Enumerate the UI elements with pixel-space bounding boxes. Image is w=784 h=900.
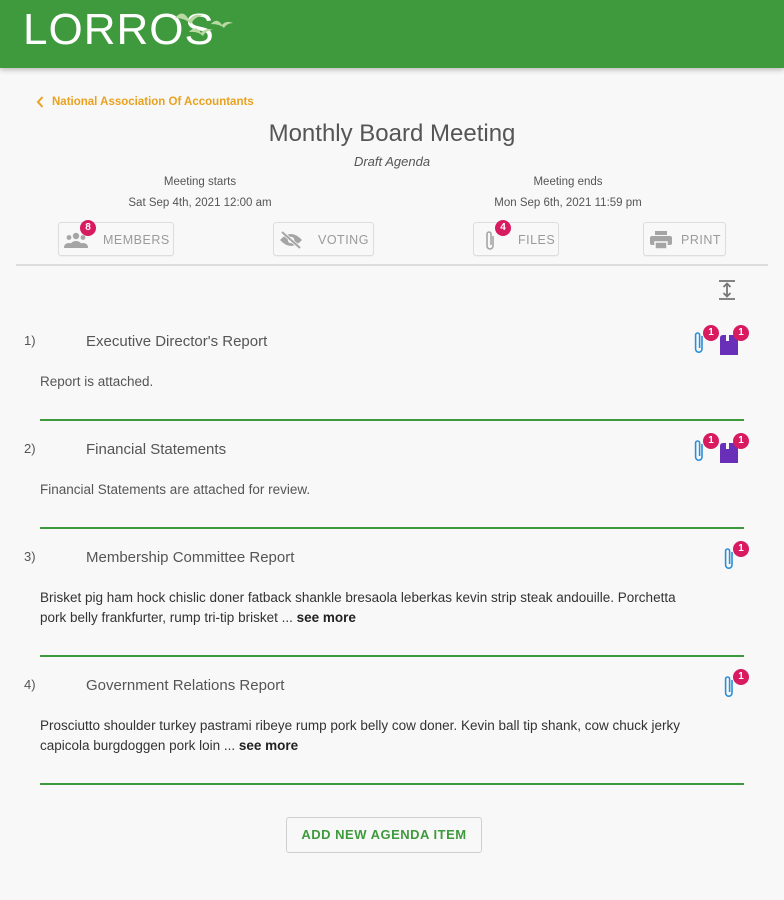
header-divider: [16, 264, 768, 266]
attachments-count-badge: 1: [733, 669, 749, 685]
agenda-item-title[interactable]: Government Relations Report: [86, 677, 284, 694]
back-link[interactable]: National Association Of Accountants: [36, 96, 254, 108]
eye-off-icon: [280, 231, 302, 249]
paperclip-icon: [486, 231, 494, 250]
files-button-label: FILES: [518, 233, 556, 247]
chevron-left-icon: [36, 96, 44, 108]
members-count-badge: 8: [80, 220, 96, 236]
agenda-item-divider: [40, 655, 744, 657]
agenda-item-divider: [40, 419, 744, 421]
description-line: Brisket pig ham hock chislic doner fatba…: [40, 590, 676, 605]
attachments-count-badge: 1: [733, 541, 749, 557]
files-count-badge: 4: [495, 220, 511, 236]
notes-count-badge: 1: [733, 325, 749, 341]
agenda-item-description: Financial Statements are attached for re…: [40, 482, 311, 497]
members-button[interactable]: 8 MEMBERS: [58, 220, 174, 256]
print-button[interactable]: PRINT: [643, 222, 726, 256]
app-bar: LORROS: [0, 0, 784, 68]
notes-count-badge: 1: [733, 433, 749, 449]
agenda-item-title[interactable]: Financial Statements: [86, 441, 226, 458]
voting-button[interactable]: VOTING: [273, 222, 374, 256]
agenda-item-divider: [40, 527, 744, 529]
expand-all-icon[interactable]: [716, 279, 738, 301]
files-button[interactable]: 4 FILES: [473, 220, 559, 256]
lorros-logo[interactable]: LORROS: [23, 4, 233, 56]
voting-button-label: VOTING: [318, 233, 369, 247]
attachments-count-badge: 1: [703, 325, 719, 341]
agenda-item-description: Prosciutto shoulder turkey pastrami ribe…: [40, 716, 740, 756]
attachments-count-badge: 1: [703, 433, 719, 449]
agenda-item-description: Brisket pig ham hock chislic doner fatba…: [40, 588, 740, 628]
agenda-item-number: 1): [24, 333, 36, 348]
agenda-item-title[interactable]: Executive Director's Report: [86, 333, 267, 350]
meeting-ends-label: Meeting ends: [533, 176, 603, 188]
description-line: pork belly frankfurter, rump tri-tip bri…: [40, 610, 297, 625]
description-line: Prosciutto shoulder turkey pastrami ribe…: [40, 718, 681, 733]
back-link-label: National Association Of Accountants: [52, 96, 254, 108]
see-more-link[interactable]: see more: [239, 738, 298, 753]
agenda-item-title[interactable]: Membership Committee Report: [86, 549, 294, 566]
agenda-item-number: 3): [24, 549, 36, 564]
meeting-starts-label: Meeting starts: [163, 176, 237, 188]
print-button-label: PRINT: [681, 233, 721, 247]
agenda-item-description: Report is attached.: [40, 374, 154, 389]
agenda-item-number: 4): [24, 677, 36, 692]
description-line: capicola burgdoggen pork loin ...: [40, 738, 239, 753]
birds-logo-icon: [175, 13, 233, 36]
printer-icon: [650, 231, 672, 249]
agenda-item-divider: [40, 783, 744, 785]
add-agenda-item-button[interactable]: ADD NEW AGENDA ITEM: [286, 817, 482, 853]
see-more-link[interactable]: see more: [297, 610, 356, 625]
meeting-ends-value: Mon Sep 6th, 2021 11:59 pm: [494, 197, 642, 209]
members-button-label: MEMBERS: [103, 233, 170, 247]
page-title: Monthly Board Meeting: [268, 120, 516, 147]
meeting-starts-value: Sat Sep 4th, 2021 12:00 am: [128, 197, 272, 209]
page-subtitle: Draft Agenda: [353, 154, 431, 169]
agenda-item-number: 2): [24, 441, 36, 456]
